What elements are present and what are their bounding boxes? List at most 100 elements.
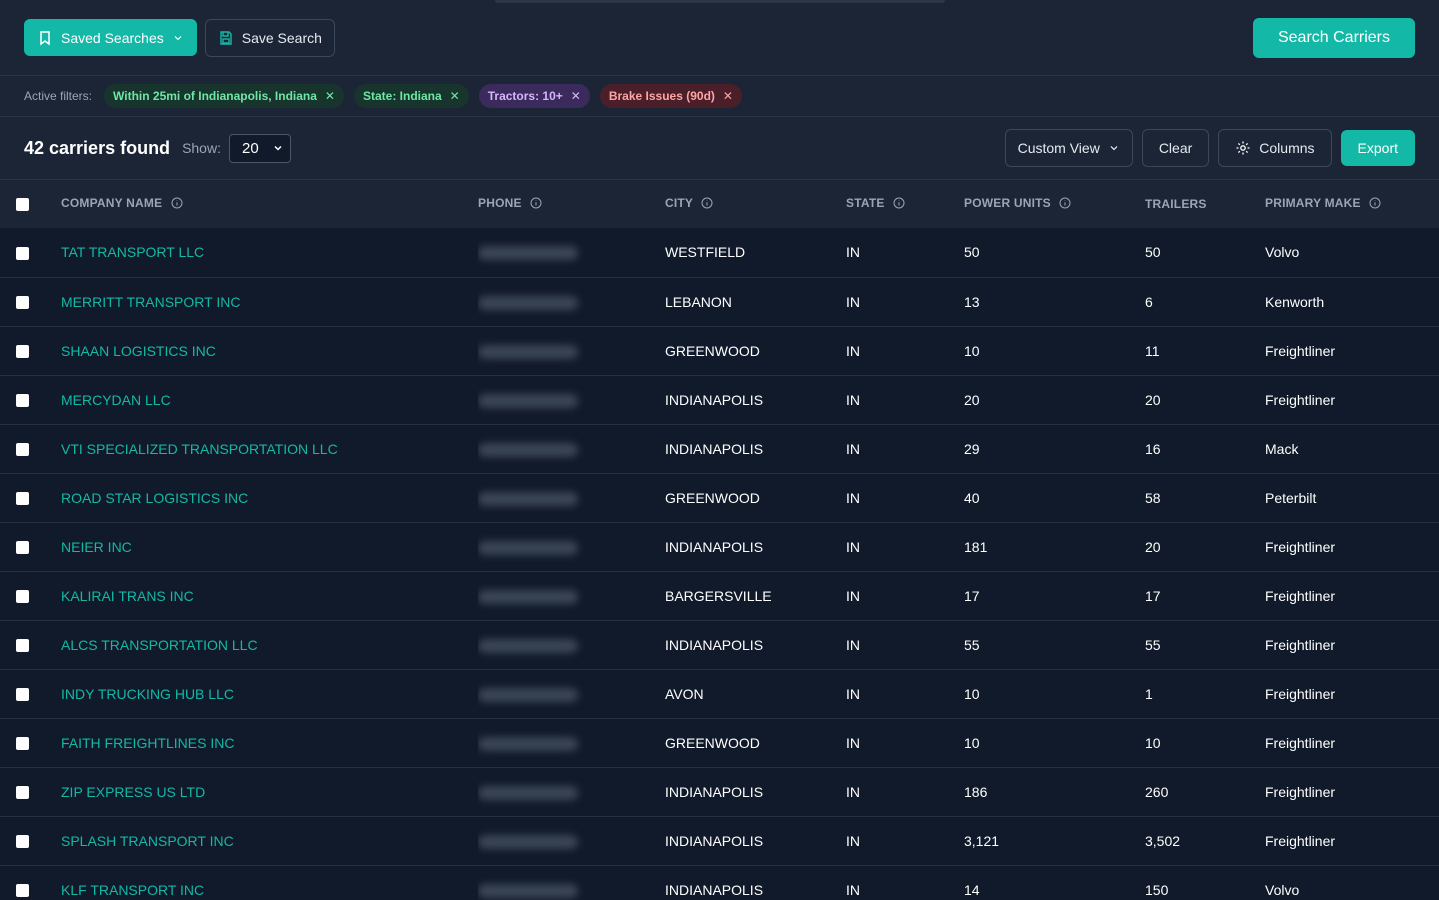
primary-make-cell: Freightliner: [1265, 522, 1439, 571]
power-units-value: 29: [964, 440, 980, 457]
header-phone[interactable]: PHONE: [478, 180, 665, 228]
company-name-link[interactable]: ROAD STAR LOGISTICS INC: [61, 490, 248, 506]
table-row[interactable]: INDY TRUCKING HUB LLC AVON IN 10 1 Freightlin…: [0, 669, 1439, 718]
header-company[interactable]: COMPANY NAME: [61, 180, 478, 228]
table-row[interactable]: ALCS TRANSPORTATION LLC INDIANAPOLIS IN 55 5…: [0, 620, 1439, 669]
row-checkbox[interactable]: [16, 590, 29, 604]
power-units-cell: 14: [964, 865, 1145, 900]
header-primary-make[interactable]: PRIMARY MAKE: [1265, 180, 1439, 228]
table-row[interactable]: FAITH FREIGHTLINES INC GREENWOOD IN 10 10 Fre…: [0, 718, 1439, 767]
trailers-cell: 55: [1145, 620, 1265, 669]
trailers-cell: 3,502: [1145, 816, 1265, 865]
company-name-link[interactable]: MERCYDAN LLC: [61, 392, 171, 408]
close-icon[interactable]: ✕: [571, 89, 581, 103]
row-checkbox[interactable]: [16, 296, 29, 310]
select-all-checkbox[interactable]: [16, 198, 29, 212]
city-value: AVON: [665, 685, 704, 702]
trailers-value: 58: [1145, 489, 1161, 506]
table-row[interactable]: MERRITT TRANSPORT INC LEBANON IN 13 6 Kenwort…: [0, 277, 1439, 326]
row-checkbox[interactable]: [16, 737, 29, 751]
state-cell: IN: [846, 718, 964, 767]
trailers-value: 6: [1145, 293, 1153, 310]
company-name-link[interactable]: FAITH FREIGHTLINES INC: [61, 735, 234, 751]
close-icon[interactable]: ✕: [450, 89, 460, 103]
phone-cell: [478, 816, 665, 865]
primary-make-cell: Peterbilt: [1265, 473, 1439, 522]
table-row[interactable]: ZIP EXPRESS US LTD INDIANAPOLIS IN 186 260 Fr…: [0, 767, 1439, 816]
company-name-link[interactable]: TAT TRANSPORT LLC: [61, 244, 204, 260]
table-row[interactable]: SPLASH TRANSPORT INC INDIANAPOLIS IN 3,121 3…: [0, 816, 1439, 865]
company-name-link[interactable]: MERRITT TRANSPORT INC: [61, 294, 240, 310]
filter-chip-location: Within 25mi of Indianapolis, Indiana ✕: [104, 84, 344, 108]
company-name-link[interactable]: KLF TRANSPORT INC: [61, 882, 204, 898]
row-checkbox[interactable]: [16, 492, 29, 506]
city-value: INDIANAPOLIS: [665, 440, 764, 457]
header-power-units[interactable]: POWER UNITS: [964, 180, 1145, 228]
city-value: INDIANAPOLIS: [665, 538, 764, 555]
phone-cell: [478, 767, 665, 816]
primary-make-value: Freightliner: [1265, 783, 1336, 800]
trailers-cell: 16: [1145, 424, 1265, 473]
city-value: INDIANAPOLIS: [665, 881, 764, 898]
search-carriers-button[interactable]: Search Carriers: [1252, 17, 1415, 58]
company-name-link[interactable]: INDY TRUCKING HUB LLC: [61, 686, 234, 702]
power-units-value: 186: [964, 783, 988, 800]
table-row[interactable]: TAT TRANSPORT LLC WESTFIELD IN 50 50 Volvo: [0, 228, 1439, 277]
company-name-link[interactable]: KALIRAI TRANS INC: [61, 588, 194, 604]
phone-redacted: [478, 246, 578, 261]
saved-searches-button[interactable]: Saved Searches: [24, 19, 197, 56]
filter-chip-text: Within 25mi of Indianapolis, Indiana: [113, 89, 317, 103]
row-checkbox[interactable]: [16, 345, 29, 359]
trailers-value: 17: [1145, 587, 1161, 604]
save-search-button[interactable]: Save Search: [204, 18, 335, 57]
phone-cell: [478, 620, 665, 669]
table-row[interactable]: ROAD STAR LOGISTICS INC GREENWOOD IN 40 58 Pe…: [0, 473, 1439, 522]
row-checkbox[interactable]: [16, 688, 29, 702]
city-value: WESTFIELD: [665, 244, 746, 261]
primary-make-cell: Volvo: [1265, 865, 1439, 900]
city-cell: GREENWOOD: [665, 473, 846, 522]
top-strip: [495, 0, 945, 3]
trailers-value: 260: [1145, 783, 1169, 800]
header-city[interactable]: CITY: [665, 180, 846, 228]
page-size-select[interactable]: 20: [228, 133, 291, 163]
company-name-link[interactable]: SPLASH TRANSPORT INC: [61, 833, 234, 849]
company-name-link[interactable]: ZIP EXPRESS US LTD: [61, 784, 205, 800]
row-checkbox[interactable]: [16, 639, 29, 653]
header-trailers[interactable]: TRAILERS: [1145, 180, 1265, 228]
row-checkbox[interactable]: [16, 884, 29, 898]
city-cell: WESTFIELD: [665, 228, 846, 277]
table-row[interactable]: SHAAN LOGISTICS INC GREENWOOD IN 10 11 Freigh…: [0, 326, 1439, 375]
table-row[interactable]: KALIRAI TRANS INC BARGERSVILLE IN 17 17 Freig…: [0, 571, 1439, 620]
company-name-link[interactable]: SHAAN LOGISTICS INC: [61, 343, 216, 359]
row-checkbox[interactable]: [16, 835, 29, 849]
row-checkbox[interactable]: [16, 394, 29, 408]
table-row[interactable]: MERCYDAN LLC INDIANAPOLIS IN 20 20 Freightlin…: [0, 375, 1439, 424]
header-trailers-label: TRAILERS: [1145, 197, 1207, 211]
clear-button[interactable]: Clear: [1141, 129, 1210, 167]
company-name-cell: FAITH FREIGHTLINES INC: [61, 718, 478, 767]
row-checkbox[interactable]: [16, 541, 29, 555]
export-button[interactable]: Export: [1340, 130, 1415, 166]
header-state[interactable]: STATE: [846, 180, 964, 228]
table-header-row: COMPANY NAME PHONE CITY STATE POWER UNIT…: [0, 180, 1439, 228]
row-checkbox[interactable]: [16, 443, 29, 457]
row-checkbox[interactable]: [16, 247, 29, 261]
table-row[interactable]: VTI SPECIALIZED TRANSPORTATION LLC INDIAN…: [0, 424, 1439, 473]
close-icon[interactable]: ✕: [325, 89, 335, 103]
company-name-link[interactable]: VTI SPECIALIZED TRANSPORTATION LLC: [61, 441, 338, 457]
table-row[interactable]: NEIER INC INDIANAPOLIS IN 181 20 Freightliner: [0, 522, 1439, 571]
company-name-link[interactable]: ALCS TRANSPORTATION LLC: [61, 637, 258, 653]
phone-redacted: [478, 344, 578, 359]
state-value: IN: [846, 832, 860, 849]
state-value: IN: [846, 342, 860, 359]
company-name-link[interactable]: NEIER INC: [61, 539, 132, 555]
columns-button[interactable]: Columns: [1218, 129, 1332, 167]
table-row[interactable]: KLF TRANSPORT INC INDIANAPOLIS IN 14 150 Volv…: [0, 865, 1439, 900]
company-name-cell: VTI SPECIALIZED TRANSPORTATION LLC: [61, 424, 478, 473]
trailers-cell: 58: [1145, 473, 1265, 522]
close-icon[interactable]: ✕: [723, 89, 733, 103]
row-checkbox[interactable]: [16, 786, 29, 800]
custom-view-button[interactable]: Custom View: [1004, 129, 1133, 167]
power-units-cell: 17: [964, 571, 1145, 620]
